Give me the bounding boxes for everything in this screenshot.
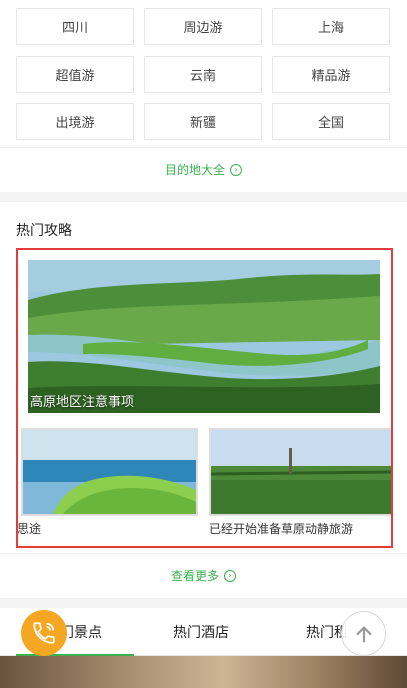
- destination-button-shanghai[interactable]: 上海: [272, 8, 390, 45]
- circle-arrow-right-icon: ›: [224, 569, 236, 582]
- view-more-label: 查看更多: [170, 569, 219, 583]
- view-more-guides-link[interactable]: 查看更多 ›: [0, 553, 407, 597]
- destination-button-value[interactable]: 超值游: [16, 56, 134, 93]
- featured-guide-caption: 高原地区注意事项: [30, 395, 135, 410]
- guides-highlight-box: 高原地区注意事项 思途 已经开始准备草原动静旅游: [16, 248, 393, 548]
- destination-button-nearby[interactable]: 周边游: [144, 8, 262, 45]
- section-divider: [0, 598, 407, 608]
- guide-card-1-caption: 思途: [17, 522, 42, 536]
- circle-arrow-right-icon: ›: [230, 163, 242, 176]
- attraction-image[interactable]: [0, 656, 407, 688]
- all-destinations-link[interactable]: 目的地大全 ›: [0, 147, 407, 191]
- phone-icon: [33, 622, 55, 644]
- guide-card-2-image[interactable]: [209, 428, 391, 516]
- guide-card-1-image[interactable]: [21, 428, 198, 516]
- hot-guides-title: 热门攻略: [16, 223, 72, 239]
- destination-button-sichuan[interactable]: 四川: [16, 8, 134, 45]
- all-destinations-label: 目的地大全: [164, 163, 225, 177]
- section-divider: [0, 192, 407, 202]
- destination-button-nationwide[interactable]: 全国: [272, 103, 390, 140]
- back-to-top-button[interactable]: [341, 611, 386, 656]
- featured-guide[interactable]: 高原地区注意事项: [28, 260, 380, 413]
- destination-button-outbound[interactable]: 出境游: [16, 103, 134, 140]
- destination-button-premium[interactable]: 精品游: [272, 56, 390, 93]
- tab-hot-hotels[interactable]: 热门酒店: [173, 622, 229, 642]
- destination-button-yunnan[interactable]: 云南: [144, 56, 262, 93]
- destination-button-xinjiang[interactable]: 新疆: [144, 103, 262, 140]
- phone-call-button[interactable]: [21, 610, 67, 656]
- arrow-up-icon: [355, 625, 372, 642]
- guide-card-2-caption: 已经开始准备草原动静旅游: [209, 522, 354, 536]
